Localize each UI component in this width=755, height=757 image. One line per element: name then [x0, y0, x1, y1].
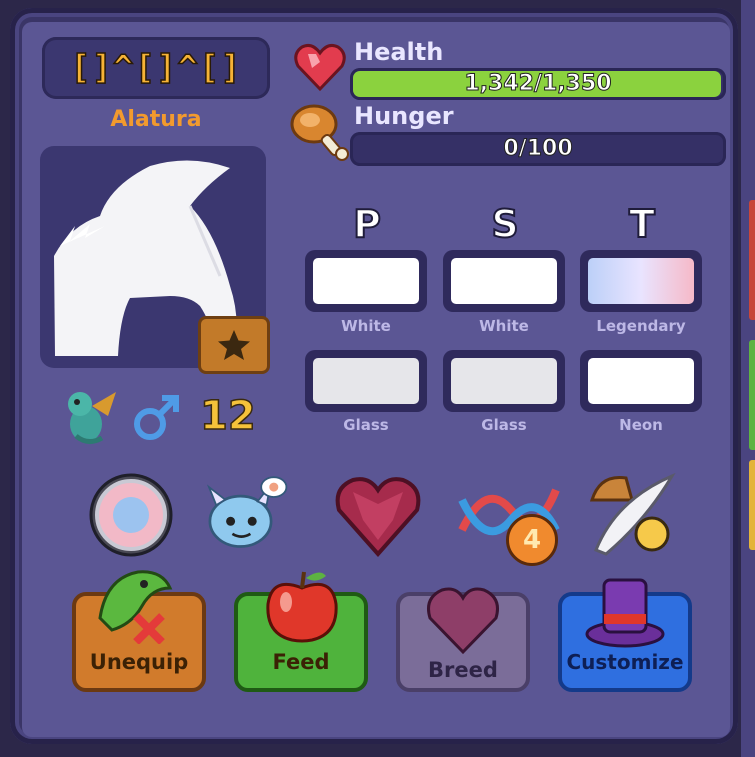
nickname-plate: []^[]^[]: [42, 37, 270, 99]
primary-material-name: Glass: [343, 416, 389, 434]
pet-nickname: []^[]^[]: [69, 47, 242, 89]
column-header-s: S: [490, 201, 519, 247]
hat-feather-icon[interactable]: [586, 470, 676, 560]
gem-heart-icon[interactable]: [333, 470, 423, 560]
tertiary-color-swatch[interactable]: [580, 250, 702, 312]
primary-color-swatch[interactable]: [305, 250, 427, 312]
health-value: 1,342/1,350: [464, 71, 612, 97]
column-header-p: P: [352, 201, 382, 247]
secondary-color-swatch[interactable]: [443, 250, 565, 312]
sea-dragon-icon: [68, 392, 116, 444]
pet-name: Alatura: [110, 107, 202, 132]
secondary-color-name: White: [479, 317, 529, 335]
favorite-star-button[interactable]: [198, 316, 270, 374]
health-label: Health: [354, 38, 444, 66]
breed-label: Breed: [428, 658, 498, 682]
primary-color-name: White: [341, 317, 391, 335]
feed-label: Feed: [272, 650, 330, 674]
dragon-unequip-icon: [98, 570, 173, 644]
accessory-ring-icon[interactable]: [86, 470, 176, 560]
tertiary-material-swatch[interactable]: [580, 350, 702, 412]
unequip-label: Unequip: [89, 650, 189, 674]
male-symbol-icon: [134, 395, 179, 440]
health-bar: 1,342/1,350: [350, 68, 726, 100]
tertiary-color-name: Legendary: [596, 317, 686, 335]
side-tab-red[interactable]: [749, 200, 755, 320]
breed-heart-icon: [427, 587, 499, 655]
side-tab-green[interactable]: [749, 340, 755, 450]
customize-label: Customize: [566, 650, 684, 674]
right-edge-tabs: [741, 0, 755, 757]
apple-icon: [266, 571, 338, 643]
star-icon: [218, 330, 250, 360]
pet-level: 12: [199, 392, 256, 440]
pet-mood-face-icon[interactable]: [200, 470, 290, 560]
hunger-value: 0/100: [503, 136, 573, 162]
secondary-material-swatch[interactable]: [443, 350, 565, 412]
tertiary-material-name: Neon: [619, 416, 663, 434]
hunger-bar: 0/100: [350, 132, 726, 166]
column-header-t: T: [628, 201, 656, 247]
meat-drumstick-icon: [290, 104, 349, 161]
top-hat-icon: [585, 578, 665, 648]
heart-icon: [294, 44, 346, 92]
hunger-label: Hunger: [354, 102, 454, 130]
dna-count-badge: 4: [506, 514, 558, 566]
side-tab-yellow[interactable]: [749, 460, 755, 550]
secondary-material-name: Glass: [481, 416, 527, 434]
primary-material-swatch[interactable]: [305, 350, 427, 412]
